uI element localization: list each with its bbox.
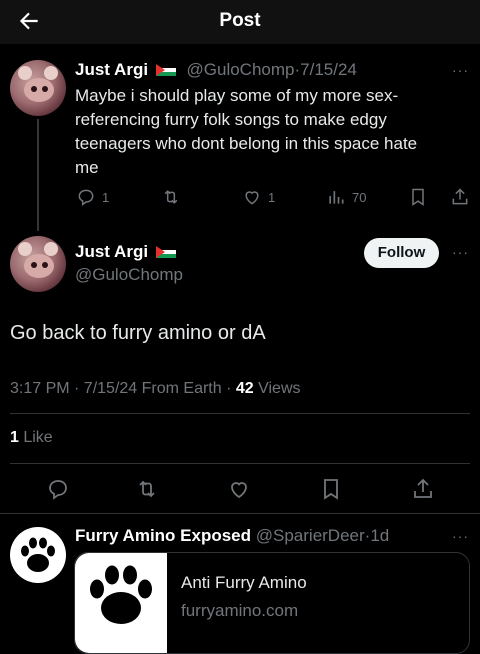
views-button[interactable]: 70 (326, 187, 366, 207)
views-icon (329, 191, 344, 204)
share-icon (414, 478, 432, 498)
page-title: Post (219, 10, 261, 31)
avatar[interactable] (10, 60, 66, 116)
post-text: Maybe i should play some of my more sex-… (75, 86, 418, 177)
card-thumbnail (75, 553, 167, 653)
like-button[interactable] (227, 477, 251, 501)
palestine-flag-icon (155, 246, 176, 258)
avatar[interactable] (10, 527, 66, 583)
repost-icon (139, 480, 155, 498)
handle[interactable]: @SparierDeer (256, 526, 365, 545)
bookmark-button[interactable] (319, 476, 343, 502)
post-age[interactable]: 1d (370, 526, 389, 545)
card-title: Anti Furry Amino (181, 573, 307, 592)
repost-icon (164, 190, 178, 204)
reply-icon (78, 189, 94, 206)
post-date[interactable]: 7/15/24 (300, 60, 357, 79)
heart-icon (231, 482, 247, 499)
handle[interactable]: @GuloChomp (187, 60, 295, 79)
bookmark-icon (324, 479, 338, 500)
reply-icon (49, 480, 67, 500)
paw-icon (21, 537, 55, 572)
views-count: 70 (352, 189, 367, 205)
avatar[interactable] (10, 236, 66, 292)
display-name[interactable]: Just Argi (75, 242, 148, 261)
share-button[interactable] (411, 476, 435, 502)
paw-icon (90, 565, 152, 624)
views-count: 42 (235, 380, 254, 397)
display-name[interactable]: Just Argi (75, 60, 148, 79)
display-name[interactable]: Furry Amino Exposed (75, 526, 251, 545)
more-options-icon[interactable]: ··· (452, 62, 469, 78)
bookmark-icon (412, 188, 424, 206)
top-bar: Post (0, 0, 480, 44)
handle[interactable]: @GuloChomp (75, 265, 183, 285)
more-options-icon[interactable]: ··· (452, 528, 469, 544)
post-meta: Just Argi @GuloChomp·7/15/24 (75, 60, 357, 79)
link-card[interactable]: Anti Furry Amino furryamino.com (74, 552, 470, 654)
like-button[interactable]: 1 (242, 187, 275, 207)
post-text: Go back to furry amino or dA (10, 322, 266, 344)
divider (0, 513, 480, 514)
share-icon (452, 188, 468, 205)
more-options-icon[interactable]: ··· (452, 244, 469, 260)
repost-button[interactable] (134, 477, 160, 501)
card-domain: furryamino.com (181, 601, 299, 620)
author-name-row: Just Argi (75, 242, 176, 262)
divider (10, 413, 470, 414)
reply-button[interactable] (46, 477, 70, 501)
thread-connector (37, 119, 39, 231)
like-count: 1 (268, 189, 276, 205)
post-meta: Furry Amino Exposed @SparierDeer·1d (75, 526, 390, 545)
repost-button[interactable] (160, 187, 182, 207)
follow-button[interactable]: Follow (364, 238, 439, 268)
divider (10, 463, 470, 464)
palestine-flag-icon (155, 64, 176, 76)
share-button[interactable] (450, 186, 470, 208)
likes-summary[interactable]: 1 Like (10, 429, 53, 447)
heart-icon (245, 191, 259, 205)
post-timestamp: 3:17 PM · 7/15/24 From Earth · 42 Views (10, 380, 301, 397)
reply-button[interactable]: 1 (76, 187, 109, 207)
reply-count: 1 (102, 189, 110, 205)
bookmark-button[interactable] (408, 186, 428, 208)
